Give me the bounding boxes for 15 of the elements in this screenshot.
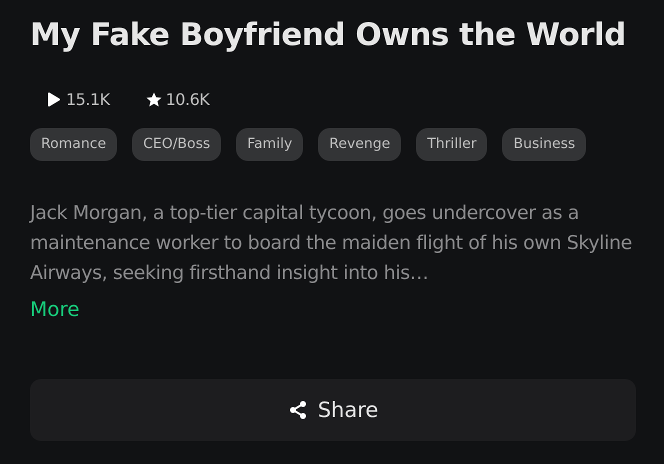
play-icon xyxy=(46,92,62,106)
rating-count: 10.6K xyxy=(166,90,210,108)
share-icon xyxy=(288,400,308,420)
description: Jack Morgan, a top-tier capital tycoon, goes undercover as a maintenance worker to board the maiden flight of his own Skyline Airways, seeking firsthand insight into his… xyxy=(30,201,633,286)
book-title: My Fake Boyfriend Owns the World xyxy=(30,16,626,55)
genre-tag[interactable]: Family xyxy=(236,128,304,161)
genre-tag[interactable]: Romance xyxy=(30,128,118,161)
genre-tag[interactable]: CEO/Boss xyxy=(132,128,222,161)
genre-tag[interactable]: Thriller xyxy=(416,128,488,161)
genre-tag[interactable]: Revenge xyxy=(318,128,402,161)
more-link[interactable]: More xyxy=(30,294,80,324)
star-icon xyxy=(146,92,162,106)
play-count: 15.1K xyxy=(66,90,110,108)
genre-tag[interactable]: Business xyxy=(502,128,586,161)
share-button[interactable]: Share xyxy=(30,379,636,441)
